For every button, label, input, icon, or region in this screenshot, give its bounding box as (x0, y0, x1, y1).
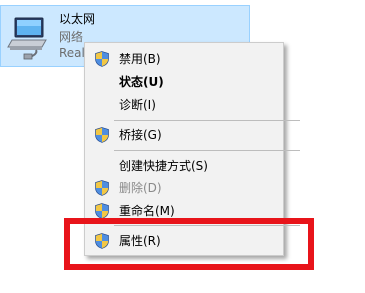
network-adapter-icon (7, 17, 47, 60)
adapter-name: 以太网 (59, 12, 96, 26)
menu-item-status[interactable]: 状态(U) (86, 71, 282, 93)
menu-item-bridge[interactable]: 桥接(G) (86, 124, 282, 146)
menu-item-label: 诊断(I) (119, 98, 156, 112)
menu-item-label: 状态(U) (119, 75, 164, 89)
uac-shield-icon (95, 51, 109, 67)
menu-separator (114, 120, 300, 121)
adapter-device-name: Real (59, 46, 85, 60)
menu-item-disable[interactable]: 禁用(B) (86, 48, 282, 70)
menu-item-label: 创建快捷方式(S) (119, 159, 208, 173)
menu-item-create-shortcut[interactable]: 创建快捷方式(S) (86, 155, 282, 177)
menu-item-diagnose[interactable]: 诊断(I) (86, 94, 282, 116)
menu-separator (114, 150, 300, 151)
uac-shield-icon (95, 203, 109, 219)
uac-shield-icon (95, 127, 109, 143)
menu-item-label: 禁用(B) (119, 52, 161, 66)
menu-item-delete[interactable]: 删除(D) (86, 177, 282, 199)
adapter-network-status: 网络 (59, 30, 84, 44)
menu-item-label: 桥接(G) (119, 128, 162, 142)
annotation-highlight-box (64, 218, 314, 270)
menu-item-label: 删除(D) (119, 181, 162, 195)
uac-shield-icon (95, 180, 109, 196)
